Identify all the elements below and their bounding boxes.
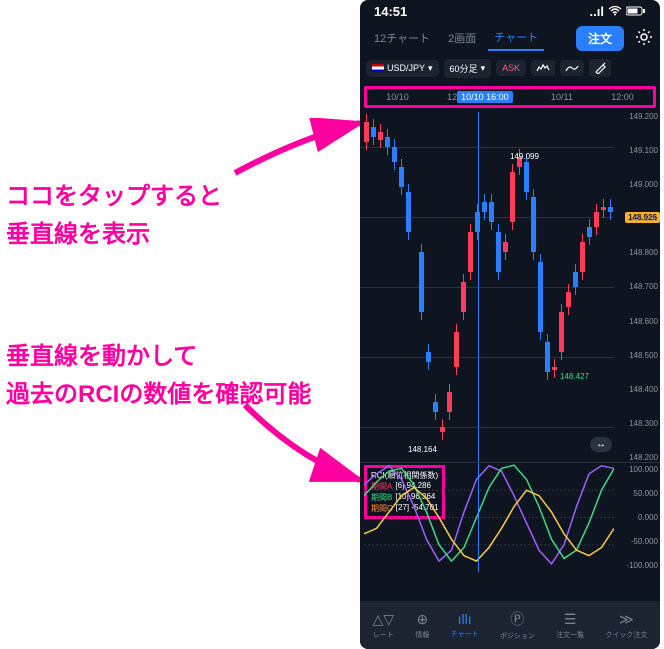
timeframe-selector[interactable]: 60分足▾	[444, 59, 492, 78]
chart-type-button[interactable]	[560, 60, 584, 76]
nav-position[interactable]: Ⓟポジション	[500, 609, 535, 641]
candlestick-chart[interactable]: 149.099 148.427 148.164 148.926 149.2001…	[360, 112, 660, 462]
ruler-date: 10/11	[551, 92, 573, 102]
pair-label: USD/JPY	[387, 63, 425, 73]
candles	[364, 112, 614, 462]
draw-tool-button[interactable]	[589, 59, 611, 77]
price-y-axis: 149.200149.100149.000148.900148.800148.7…	[616, 112, 658, 462]
expand-button[interactable]: ↔	[590, 437, 612, 452]
wifi-icon	[608, 4, 622, 19]
ask-toggle[interactable]: ASK	[496, 60, 526, 76]
chart-toolbar: USD/JPY▾ 60分足▾ ASK	[360, 54, 660, 82]
rci-panel[interactable]: RCI(順位相関係数) 期間A[6] 94.286 期間B[10] 96.364…	[360, 462, 660, 572]
bottom-nav: △▽レート ⊕情報 ıllıチャート Ⓟポジション ☰注文一覧 ≫クイック注文	[360, 601, 660, 649]
price-label: 149.099	[510, 152, 539, 161]
globe-icon: ⊕	[417, 611, 429, 628]
time-ruler[interactable]: 10/10 1210/10 16:00 10/11 12:00	[364, 86, 656, 108]
position-icon: Ⓟ	[510, 609, 524, 629]
nav-quick[interactable]: ≫クイック注文	[605, 611, 647, 640]
chevron-down-icon: ▾	[428, 63, 433, 74]
anno-line: ココをタップすると	[6, 178, 222, 216]
nav-chart[interactable]: ıllıチャート	[451, 611, 479, 639]
ruler-date: 12:00	[611, 92, 634, 102]
signal-icon: ..ıl	[590, 4, 604, 19]
ruler-date: 1210/10 16:00	[447, 92, 513, 102]
arrow-to-ruler-icon	[230, 118, 370, 178]
pair-selector[interactable]: USD/JPY▾	[366, 60, 439, 77]
forward-icon: ≫	[619, 611, 634, 628]
anno-line: 垂直線を表示	[6, 216, 222, 254]
nav-orders[interactable]: ☰注文一覧	[556, 611, 584, 640]
order-button[interactable]: 注文	[576, 26, 624, 51]
price-label: 148.164	[408, 445, 437, 454]
ruler-date: 10/10	[386, 92, 409, 102]
indicator-button[interactable]	[531, 60, 555, 76]
nav-info[interactable]: ⊕情報	[415, 611, 429, 640]
selected-time: 10/10 16:00	[457, 91, 513, 103]
clock: 14:51	[374, 4, 407, 19]
battery-icon	[626, 4, 646, 19]
annotation-overlay: ココをタップすると 垂直線を表示 垂直線を動かして 過去のRCIの数値を確認可能	[0, 0, 355, 649]
rci-lines	[364, 463, 614, 572]
list-icon: ☰	[564, 611, 577, 628]
gear-icon[interactable]	[636, 29, 652, 48]
arrow-to-rci-icon	[230, 400, 370, 490]
chevron-down-icon: ▾	[481, 63, 486, 74]
chart-icon: ıllı	[458, 611, 472, 627]
phone-screen: 14:51 ..ıl 12チャート 2画面 チャート 注文 USD/JPY▾ 6…	[360, 0, 660, 649]
timeframe-label: 60分足	[450, 62, 478, 75]
rate-icon: △▽	[373, 611, 395, 628]
top-tabs: 12チャート 2画面 チャート 注文	[360, 22, 660, 54]
tab-chart[interactable]: チャート	[488, 25, 544, 51]
status-icons: ..ıl	[590, 4, 646, 19]
rci-y-axis: 100.00050.0000.000-50.000-100.000	[616, 463, 658, 572]
status-bar: 14:51 ..ıl	[360, 0, 660, 22]
nav-rate[interactable]: △▽レート	[373, 611, 395, 640]
flag-icon	[372, 64, 384, 72]
tab-12chart[interactable]: 12チャート	[368, 26, 436, 50]
annotation-tap-hint: ココをタップすると 垂直線を表示	[6, 178, 222, 255]
price-label: 148.427	[560, 372, 589, 381]
tab-2screen[interactable]: 2画面	[442, 26, 482, 50]
vertical-crosshair-rci[interactable]	[478, 463, 479, 572]
anno-line: 垂直線を動かして	[6, 338, 311, 376]
